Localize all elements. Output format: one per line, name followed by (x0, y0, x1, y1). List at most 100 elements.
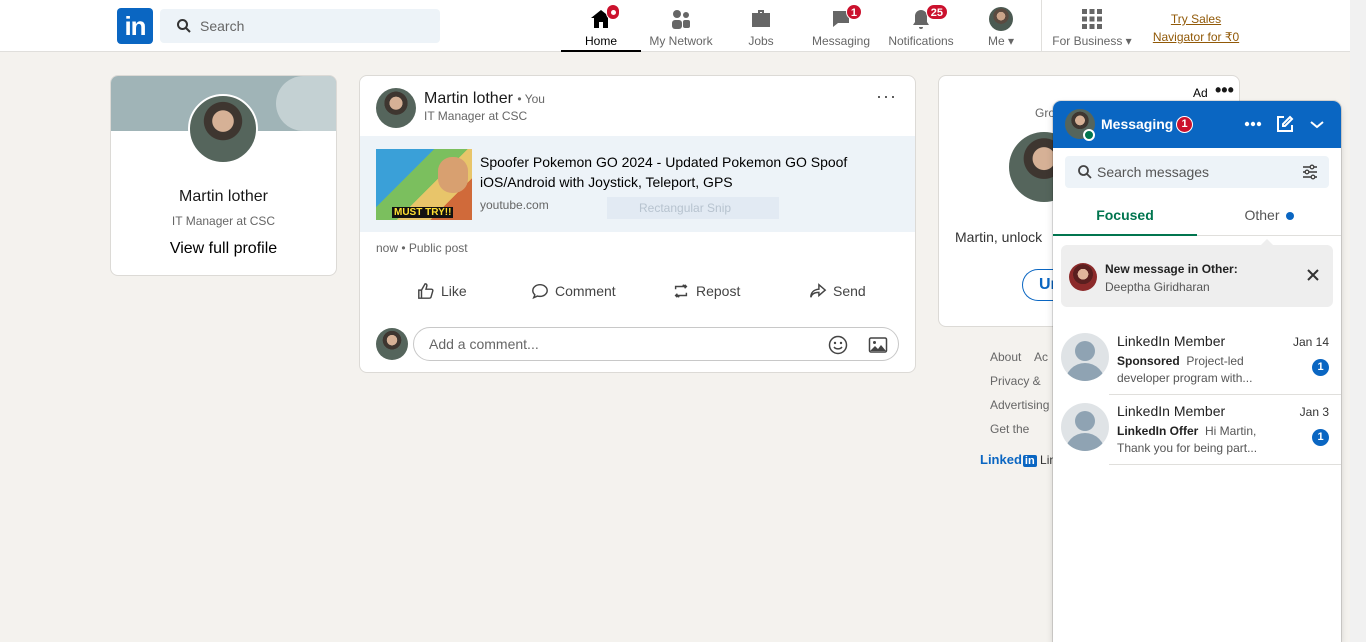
home-badge (606, 4, 620, 20)
emoji-icon[interactable] (828, 335, 848, 355)
post-author-line: Martin lother • You (424, 90, 545, 108)
post-actions: Like Comment Repost Send (360, 276, 915, 306)
footer-brand-in: in (1022, 455, 1037, 467)
conversation-tag: LinkedIn Offer (1117, 424, 1199, 438)
nav-my-network[interactable]: My Network (641, 0, 721, 52)
conversation-item[interactable]: LinkedIn Member Jan 14 Sponsored Project… (1053, 325, 1341, 395)
footer-links: About Ac Privacy & Advertising Get the (990, 345, 1049, 441)
profile-title: IT Manager at CSC (171, 214, 276, 228)
link-domain: youtube.com (480, 198, 549, 212)
conversation-preview: LinkedIn Offer Hi Martin, Thank you for … (1117, 423, 1267, 457)
unread-dot (1285, 212, 1294, 221)
conversation-date: Jan 14 (1292, 335, 1329, 349)
me-avatar-wrap (988, 6, 1014, 32)
search-icon (177, 19, 191, 33)
comment-button[interactable]: Comment (531, 276, 616, 306)
nav-notifications-label: Notifications (888, 34, 954, 48)
tab-focused[interactable]: Focused (1053, 199, 1197, 236)
messages-search-input[interactable]: Search messages (1065, 156, 1329, 188)
messaging-title: Messaging (1101, 116, 1174, 132)
conversation-preview: Sponsored Project-led developer program … (1117, 353, 1267, 387)
filter-icon[interactable] (1301, 163, 1319, 181)
more-options-icon[interactable]: ··· (876, 86, 897, 107)
footer-link-about[interactable]: About Ac (990, 345, 1049, 369)
send-icon (810, 283, 827, 298)
footer-link-get-app[interactable]: Get the (990, 417, 1049, 441)
compose-icon[interactable] (1275, 114, 1295, 134)
conversation-unread-badge: 1 (1312, 429, 1329, 446)
view-full-profile-link[interactable]: View full profile (111, 240, 336, 258)
nav-home[interactable]: Home (561, 0, 641, 52)
messaging-badge: 1 (845, 4, 862, 20)
briefcase-icon (748, 6, 774, 32)
chevron-down-icon: ▾ (1007, 34, 1015, 48)
page-scrollbar[interactable] (1350, 0, 1366, 642)
collapse-chevron-icon[interactable] (1307, 114, 1327, 134)
comment-label: Comment (555, 283, 616, 299)
conversation-avatar (1061, 333, 1109, 381)
nav-me[interactable]: Me ▾ (961, 0, 1041, 52)
try-sales-navigator-link[interactable]: Try Sales Navigator for ₹0 (1150, 10, 1242, 46)
nav-jobs[interactable]: Jobs (721, 0, 801, 52)
ad-options-icon[interactable]: ••• (1215, 80, 1234, 101)
me-avatar (989, 7, 1013, 31)
tab-other-label: Other (1244, 207, 1280, 223)
messaging-unread-badge: 1 (1176, 116, 1193, 133)
notice-sender: Deeptha Giridharan (1105, 280, 1210, 294)
online-status-dot (1083, 129, 1095, 141)
conversation-divider (1109, 464, 1341, 465)
nav-for-business[interactable]: For Business ▾ (1052, 0, 1132, 52)
repost-icon (674, 284, 688, 298)
nav-messaging-label: Messaging (811, 34, 871, 48)
send-button[interactable]: Send (809, 276, 866, 306)
conversation-tag: Sponsored (1117, 354, 1180, 368)
repost-button[interactable]: Repost (672, 276, 740, 306)
nav-my-network-label: My Network (649, 34, 713, 48)
chat-icon: 1 (828, 4, 862, 32)
send-label: Send (833, 283, 866, 299)
profile-avatar[interactable] (188, 94, 258, 164)
people-icon (668, 6, 694, 32)
post-meta: now • Public post (376, 241, 468, 255)
notice-sender-avatar (1069, 263, 1097, 291)
comment-input[interactable]: Add a comment... (413, 327, 899, 361)
footer-link-advertising[interactable]: Advertising (990, 393, 1049, 417)
repost-label: Repost (696, 283, 741, 299)
conversation-item[interactable]: LinkedIn Member Jan 3 LinkedIn Offer Hi … (1053, 395, 1341, 465)
tab-other[interactable]: Other (1197, 199, 1341, 236)
chevron-down-icon: ▾ (1125, 34, 1132, 48)
close-icon[interactable] (1305, 267, 1321, 283)
nav-messaging[interactable]: 1 Messaging (801, 0, 881, 52)
messaging-header[interactable]: Messaging 1 (1053, 101, 1341, 148)
image-icon[interactable] (868, 335, 888, 355)
thumbnail-caption: MUST TRY!! (392, 207, 454, 218)
search-icon (1078, 165, 1092, 179)
conversation-name: LinkedIn Member (1117, 403, 1226, 419)
like-label: Like (441, 283, 467, 299)
conversation-avatar (1061, 403, 1109, 451)
ad-header-text: Gro (1035, 106, 1056, 120)
search-bar[interactable]: Search (160, 9, 440, 43)
nav-notifications[interactable]: 25 Notifications (881, 0, 961, 52)
linkedin-logo[interactable]: in (117, 8, 153, 44)
notifications-badge: 25 (925, 4, 948, 20)
nav-jobs-label: Jobs (748, 34, 774, 48)
post-author-name[interactable]: Martin lother (424, 90, 513, 107)
nav-for-business-label: For Business (1052, 34, 1123, 48)
post-you-label: • You (517, 92, 545, 106)
thumbs-up-icon (418, 283, 434, 299)
new-message-notice[interactable]: New message in Other: Deeptha Giridharan (1061, 239, 1333, 307)
footer-link-privacy[interactable]: Privacy & (990, 369, 1049, 393)
nav-divider (1041, 0, 1042, 52)
messaging-more-icon[interactable] (1243, 114, 1263, 134)
messaging-panel: Messaging 1 Search messages Focused Othe… (1053, 101, 1341, 642)
thumbnail-face (438, 157, 468, 193)
like-button[interactable]: Like (417, 276, 467, 306)
home-icon (588, 4, 620, 32)
link-preview[interactable]: MUST TRY!! Spoofer Pokemon GO 2024 - Upd… (360, 136, 915, 232)
post-author-avatar[interactable] (376, 88, 416, 128)
messages-search-placeholder: Search messages (1097, 164, 1210, 180)
grid-icon (1079, 6, 1105, 32)
nav-home-label: Home (584, 34, 617, 48)
conversation-date: Jan 3 (1299, 405, 1329, 419)
